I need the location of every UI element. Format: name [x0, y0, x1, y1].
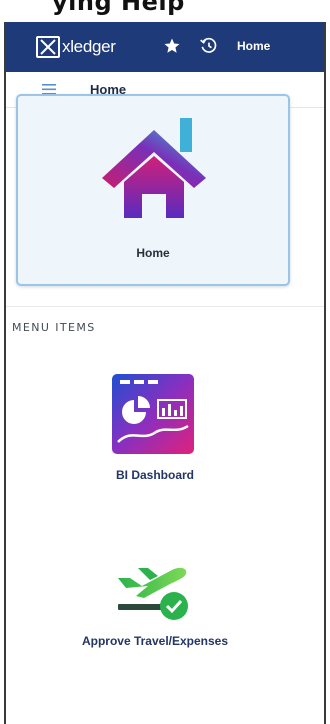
approve-travel-icon	[118, 567, 188, 620]
app-window: xledger Home Home Home MENU ITEMS BI Das…	[4, 22, 326, 724]
approve-travel-label: Approve Travel/Expenses	[81, 634, 229, 648]
logo-text: xledger	[62, 37, 116, 56]
section-divider	[6, 306, 324, 307]
breadcrumb-home-link[interactable]: Home	[237, 39, 270, 53]
xledger-logo[interactable]: xledger	[36, 36, 116, 58]
caption-text: ying Help	[52, 0, 185, 16]
history-icon[interactable]	[199, 36, 219, 56]
cropped-caption: ying Help	[0, 0, 330, 22]
bi-dashboard-icon	[112, 374, 194, 454]
home-card-label: Home	[136, 246, 170, 260]
menu-item-bi-dashboard[interactable]: BI Dashboard	[6, 370, 324, 490]
menu-items-heading: MENU ITEMS	[12, 321, 96, 334]
logo-x-icon	[36, 36, 60, 58]
favorites-star-icon[interactable]	[163, 37, 181, 55]
home-icon	[102, 118, 206, 218]
bi-dashboard-label: BI Dashboard	[115, 468, 194, 482]
home-card[interactable]: Home	[16, 94, 290, 286]
menu-item-approve-travel-expenses[interactable]: Approve Travel/Expenses	[6, 542, 324, 662]
top-navigation-bar: xledger Home	[6, 22, 324, 72]
